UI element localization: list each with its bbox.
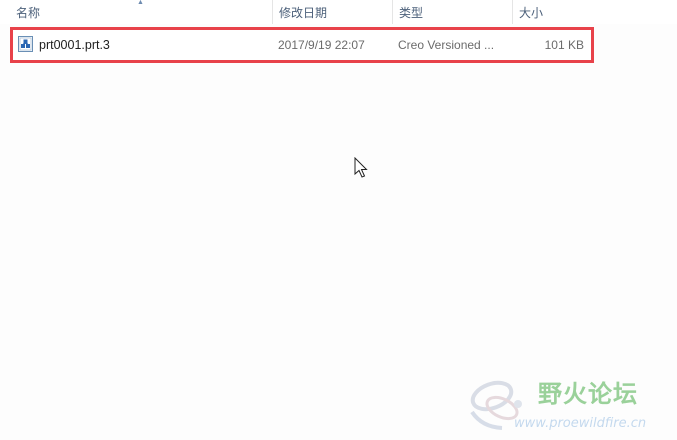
column-header-bar: 名称 ▲ 修改日期 类型 大小: [0, 0, 677, 24]
file-name: prt0001.prt.3: [39, 38, 110, 52]
watermark-title: 野火论坛: [538, 380, 638, 408]
column-header-size-label: 大小: [519, 6, 544, 20]
mouse-pointer-icon: [354, 157, 368, 178]
column-header-size[interactable]: 大小: [512, 0, 592, 24]
sort-up-arrow-icon: ▲: [137, 0, 144, 6]
watermark-url: www.proewildfire.cn: [514, 416, 647, 431]
column-header-type[interactable]: 类型: [392, 0, 512, 24]
creo-part-file-icon: [18, 36, 33, 52]
column-header-type-label: 类型: [399, 6, 424, 20]
file-type: Creo Versioned ...: [398, 38, 495, 52]
file-explorer-pane: 名称 ▲ 修改日期 类型 大小 prt0001.prt.3 2017/9/19 …: [0, 0, 677, 440]
file-size: 101 KB: [544, 38, 584, 52]
file-row[interactable]: prt0001.prt.3 2017/9/19 22:07 Creo Versi…: [10, 27, 594, 63]
watermark: 野火论坛 www.proewildfire.cn: [462, 372, 672, 434]
column-header-name-label: 名称: [16, 6, 41, 20]
column-header-date-label: 修改日期: [279, 6, 328, 20]
file-date-modified: 2017/9/19 22:07: [278, 38, 365, 52]
column-header-date-modified[interactable]: 修改日期: [272, 0, 392, 24]
